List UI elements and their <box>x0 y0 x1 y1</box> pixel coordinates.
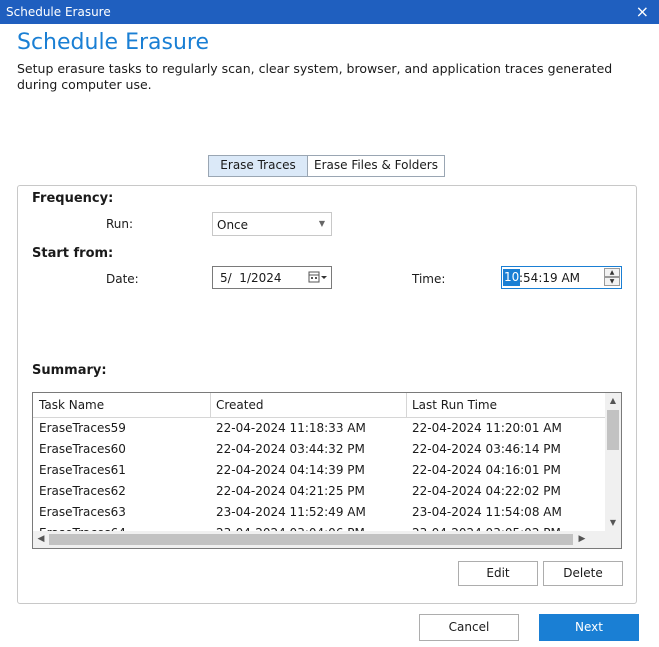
cell-last-run: 22-04-2024 11:20:01 AM <box>412 421 562 435</box>
scrollbar-corner <box>605 531 621 548</box>
cell-created: 22-04-2024 03:44:32 PM <box>216 442 365 456</box>
date-value: 5/ 1/2024 <box>220 271 282 285</box>
date-picker[interactable]: 5/ 1/2024 <box>212 266 332 289</box>
start-from-heading: Start from: <box>32 246 114 261</box>
summary-heading: Summary: <box>32 363 107 378</box>
cancel-button[interactable]: Cancel <box>419 614 519 641</box>
run-dropdown[interactable]: Once ▼ <box>212 212 332 236</box>
page-description: Setup erasure tasks to regularly scan, c… <box>17 61 613 92</box>
spin-up-icon[interactable]: ▲ <box>604 268 620 277</box>
cell-created: 22-04-2024 04:14:39 PM <box>216 463 365 477</box>
time-label: Time: <box>412 272 446 286</box>
column-divider[interactable] <box>210 393 211 417</box>
chevron-down-icon: ▼ <box>318 219 325 228</box>
tab-strip: Erase Traces Erase Files & Folders <box>208 155 445 177</box>
scroll-left-icon[interactable]: ◀ <box>33 531 49 548</box>
time-spinner[interactable]: ▲ ▼ <box>604 268 620 287</box>
tab-erase-files-folders[interactable]: Erase Files & Folders <box>308 156 444 176</box>
cell-task-name: EraseTraces63 <box>39 505 126 519</box>
cell-created: 22-04-2024 04:21:25 PM <box>216 484 365 498</box>
horizontal-scrollbar[interactable]: ◀ ▶ <box>33 531 606 548</box>
horizontal-scroll-thumb[interactable] <box>49 534 573 545</box>
window-title: Schedule Erasure <box>6 5 111 19</box>
close-icon[interactable]: × <box>636 2 649 21</box>
scroll-up-icon[interactable]: ▲ <box>605 393 621 409</box>
cell-created: 23-04-2024 11:52:49 AM <box>216 505 366 519</box>
scroll-down-icon[interactable]: ▼ <box>605 515 621 531</box>
cell-last-run: 22-04-2024 04:16:01 PM <box>412 463 561 477</box>
table-header: Task Name Created Last Run Time <box>33 393 606 418</box>
next-button[interactable]: Next <box>539 614 639 641</box>
table-row[interactable]: EraseTraces63 23-04-2024 11:52:49 AM 23-… <box>33 502 606 523</box>
time-remainder: :54:19 AM <box>519 271 581 285</box>
table-row[interactable]: EraseTraces59 22-04-2024 11:18:33 AM 22-… <box>33 418 606 439</box>
column-header-task-name[interactable]: Task Name <box>39 398 104 412</box>
cell-task-name: EraseTraces60 <box>39 442 126 456</box>
run-dropdown-value: Once <box>217 218 249 232</box>
cell-task-name: EraseTraces61 <box>39 463 126 477</box>
date-label: Date: <box>106 272 139 286</box>
cell-last-run: 23-04-2024 11:54:08 AM <box>412 505 562 519</box>
column-header-last-run-time[interactable]: Last Run Time <box>412 398 497 412</box>
table-row[interactable]: EraseTraces60 22-04-2024 03:44:32 PM 22-… <box>33 439 606 460</box>
spin-down-icon[interactable]: ▼ <box>604 277 620 286</box>
time-picker[interactable]: 10 :54:19 AM ▲ ▼ <box>501 266 622 289</box>
page-title: Schedule Erasure <box>17 30 210 55</box>
frequency-heading: Frequency: <box>32 191 114 206</box>
vertical-scrollbar[interactable]: ▲ ▼ <box>605 393 621 531</box>
column-header-created[interactable]: Created <box>216 398 264 412</box>
delete-button[interactable]: Delete <box>543 561 623 586</box>
edit-button[interactable]: Edit <box>458 561 538 586</box>
table-row[interactable]: EraseTraces62 22-04-2024 04:21:25 PM 22-… <box>33 481 606 502</box>
summary-table: Task Name Created Last Run Time EraseTra… <box>32 392 622 549</box>
scroll-right-icon[interactable]: ▶ <box>574 531 590 548</box>
time-hour-selected[interactable]: 10 <box>503 269 521 286</box>
cell-created: 22-04-2024 11:18:33 AM <box>216 421 366 435</box>
table-row[interactable]: EraseTraces61 22-04-2024 04:14:39 PM 22-… <box>33 460 606 481</box>
title-bar: Schedule Erasure × <box>0 0 659 24</box>
cell-task-name: EraseTraces62 <box>39 484 126 498</box>
run-label: Run: <box>106 217 134 231</box>
tab-erase-traces[interactable]: Erase Traces <box>209 156 308 176</box>
cell-task-name: EraseTraces59 <box>39 421 126 435</box>
vertical-scroll-thumb[interactable] <box>607 410 619 450</box>
calendar-dropdown-icon[interactable] <box>308 270 328 285</box>
cell-last-run: 22-04-2024 04:22:02 PM <box>412 484 561 498</box>
cell-last-run: 22-04-2024 03:46:14 PM <box>412 442 561 456</box>
column-divider[interactable] <box>406 393 407 417</box>
